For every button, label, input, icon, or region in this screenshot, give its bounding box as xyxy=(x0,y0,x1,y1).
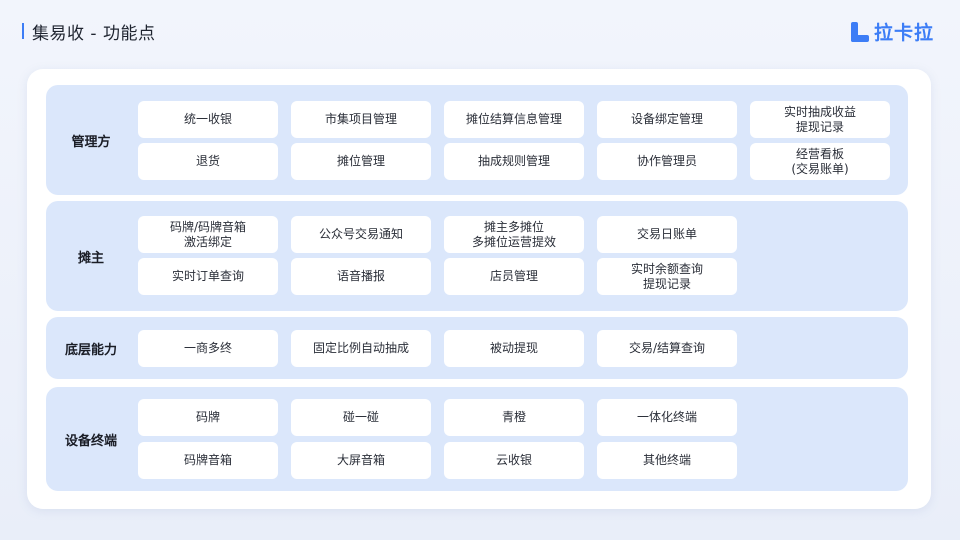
feature-card: 实时订单查询 xyxy=(138,258,278,295)
section-core-capability: 底层能力 一商多终 固定比例自动抽成 被动提现 交易/结算查询 xyxy=(46,317,908,379)
feature-card: 实时抽成收益 提现记录 xyxy=(750,101,890,138)
feature-card: 其他终端 xyxy=(597,442,737,479)
section-label: 设备终端 xyxy=(64,433,117,449)
feature-card: 市集项目管理 xyxy=(291,101,431,138)
feature-card: 一体化终端 xyxy=(597,399,737,436)
feature-card: 语音播报 xyxy=(291,258,431,295)
feature-card: 云收银 xyxy=(444,442,584,479)
feature-card: 交易日账单 xyxy=(597,216,737,253)
feature-card: 统一收银 xyxy=(138,101,278,138)
feature-card: 摊位管理 xyxy=(291,143,431,180)
page-title: 集易收 - 功能点 xyxy=(32,23,156,44)
section-devices: 设备终端 码牌 碰一碰 青橙 一体化终端 码牌音箱 大屏音箱 云收银 其他终端 xyxy=(46,387,908,491)
feature-card: 固定比例自动抽成 xyxy=(291,330,431,367)
feature-card: 摊主多摊位 多摊位运营提效 xyxy=(444,216,584,253)
feature-card: 协作管理员 xyxy=(597,143,737,180)
feature-card: 交易/结算查询 xyxy=(597,330,737,367)
section-label: 摊主 xyxy=(77,250,104,266)
feature-card: 公众号交易通知 xyxy=(291,216,431,253)
section-vendor: 摊主 码牌/码牌音箱 激活绑定 公众号交易通知 摊主多摊位 多摊位运营提效 交易… xyxy=(46,201,908,311)
logo-mark-icon xyxy=(850,21,869,42)
section-label: 管理方 xyxy=(71,134,111,150)
section-label: 底层能力 xyxy=(64,342,117,358)
feature-card: 摊位结算信息管理 xyxy=(444,101,584,138)
page-header: 集易收 - 功能点 xyxy=(22,20,156,44)
feature-card: 一商多终 xyxy=(138,330,278,367)
feature-card: 大屏音箱 xyxy=(291,442,431,479)
feature-card: 店员管理 xyxy=(444,258,584,295)
feature-panel: 管理方 统一收银 市集项目管理 摊位结算信息管理 设备绑定管理 实时抽成收益 提… xyxy=(27,69,931,509)
logo-text: 拉卡拉 xyxy=(873,22,934,44)
feature-card: 设备绑定管理 xyxy=(597,101,737,138)
feature-card: 退货 xyxy=(138,143,278,180)
section-manager: 管理方 统一收银 市集项目管理 摊位结算信息管理 设备绑定管理 实时抽成收益 提… xyxy=(46,85,908,195)
title-accent-bar xyxy=(22,23,24,39)
feature-card: 碰一碰 xyxy=(291,399,431,436)
feature-card: 码牌音箱 xyxy=(138,442,278,479)
feature-card: 抽成规则管理 xyxy=(444,143,584,180)
feature-card: 被动提现 xyxy=(444,330,584,367)
feature-card: 码牌/码牌音箱 激活绑定 xyxy=(138,216,278,253)
feature-card: 码牌 xyxy=(138,399,278,436)
brand-logo: 拉卡拉 xyxy=(850,18,934,45)
feature-card: 经营看板 (交易账单) xyxy=(750,143,890,180)
feature-card: 青橙 xyxy=(444,399,584,436)
feature-card: 实时余额查询 提现记录 xyxy=(597,258,737,295)
